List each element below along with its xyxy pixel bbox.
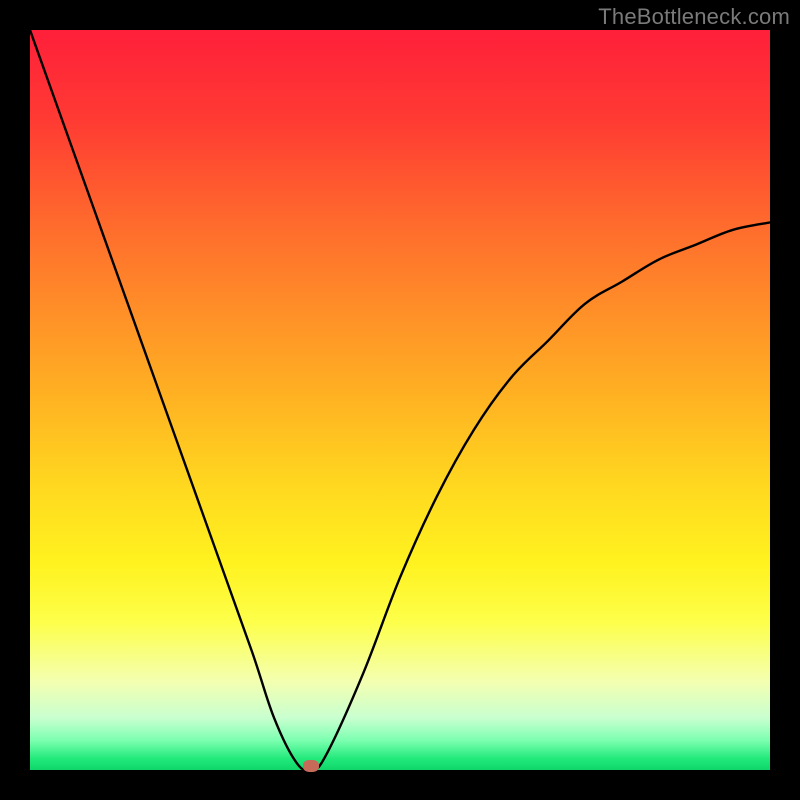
watermark-text: TheBottleneck.com xyxy=(598,4,790,30)
chart-frame: TheBottleneck.com xyxy=(0,0,800,800)
chart-plot-area xyxy=(30,30,770,770)
bottleneck-curve xyxy=(30,30,770,770)
minimum-marker-icon xyxy=(303,760,319,772)
